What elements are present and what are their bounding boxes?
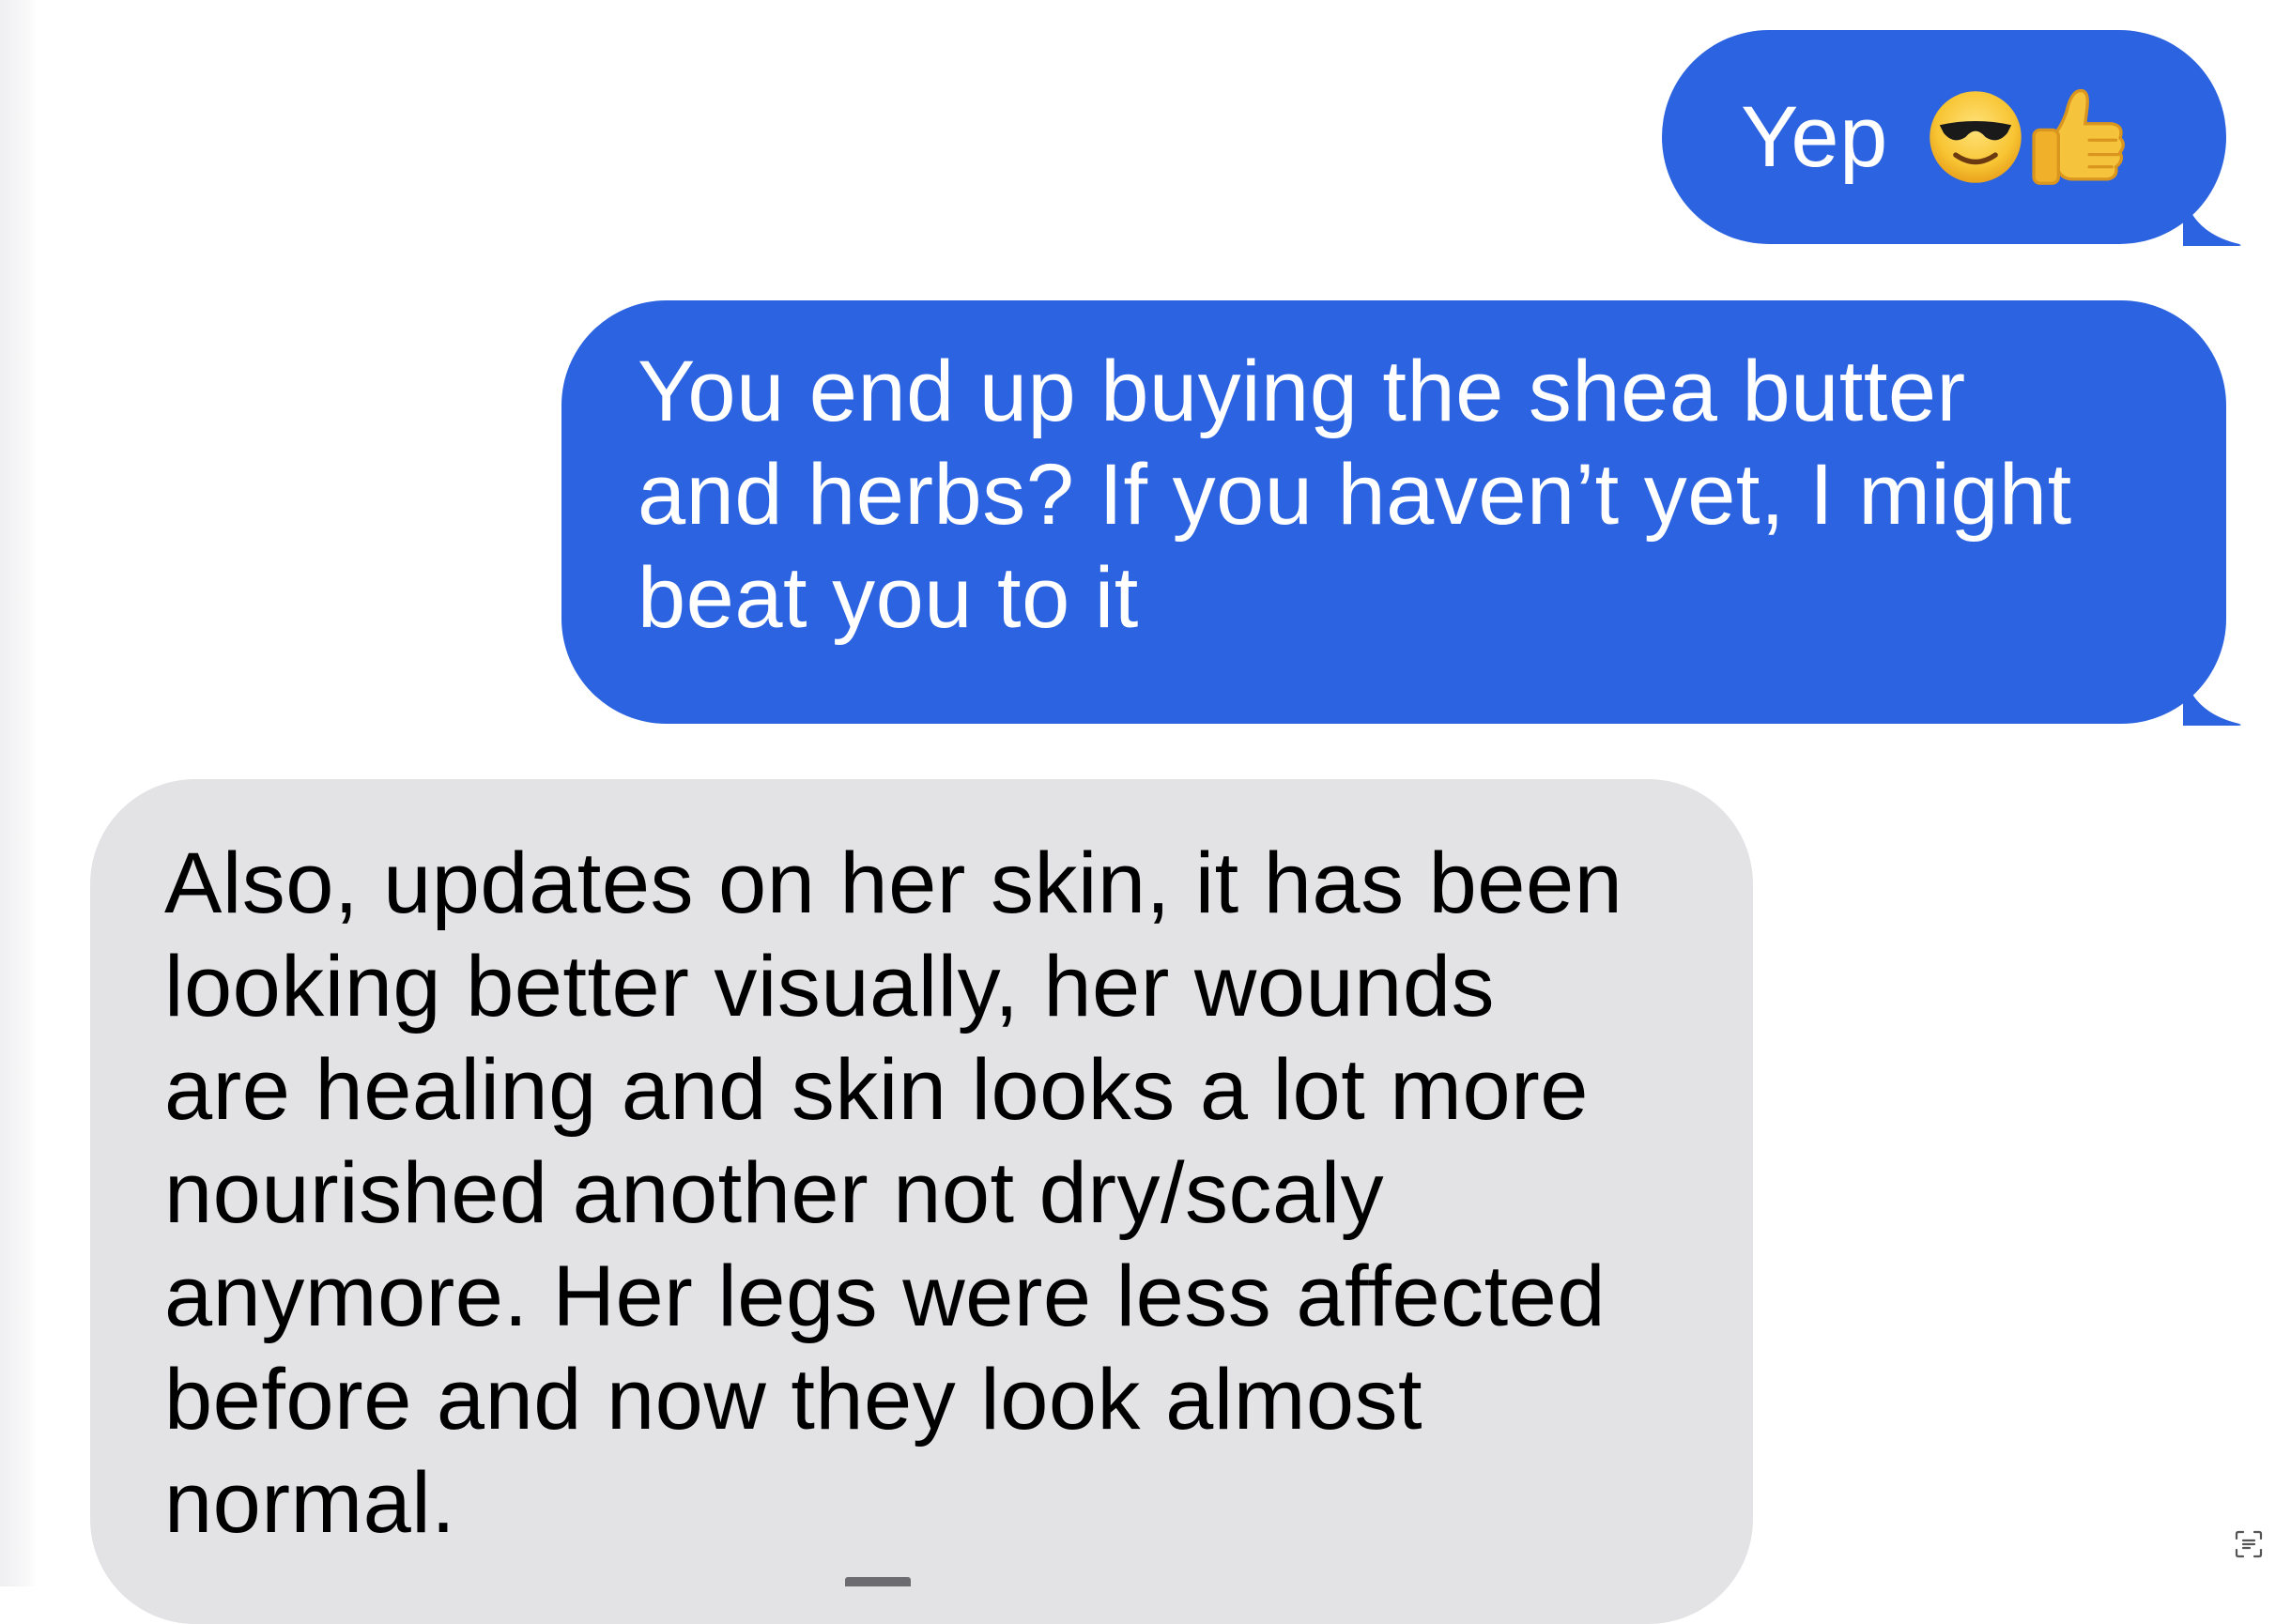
live-text-icon[interactable] xyxy=(2227,1523,2270,1566)
message-text: Yep xyxy=(1741,89,1888,185)
message-line: anymore. Her legs were less affected xyxy=(164,1249,1607,1344)
sent-message-bubble[interactable]: You end up buying the shea butter and he… xyxy=(561,300,2241,726)
received-message-bubble[interactable]: Also, updates on her skin, it has been l… xyxy=(90,779,1753,1624)
smiling-face-with-sunglasses-emoji xyxy=(1926,87,2025,187)
message-line: and herbs? If you haven’t yet, I might xyxy=(638,447,2072,543)
message-line: normal. xyxy=(164,1455,456,1551)
attachment-peek xyxy=(845,1577,911,1586)
message-line: You end up buying the shea butter xyxy=(638,344,1966,439)
sent-message-bubble[interactable]: Yep xyxy=(1662,30,2241,246)
window-edge xyxy=(0,0,38,1586)
message-line: nourished another not dry/scaly xyxy=(164,1145,1385,1241)
bubble-tail xyxy=(2183,190,2241,246)
thumbs-up-emoji xyxy=(2025,83,2129,192)
bubble-tail xyxy=(2183,669,2241,726)
message-line: beat you to it xyxy=(638,550,1139,646)
message-line: are healing and skin looks a lot more xyxy=(164,1042,1589,1138)
message-line: Also, updates on her skin, it has been xyxy=(164,835,1623,931)
message-line: looking better visually, her wounds xyxy=(164,939,1495,1034)
message-line: before and now they look almost xyxy=(164,1352,1423,1448)
